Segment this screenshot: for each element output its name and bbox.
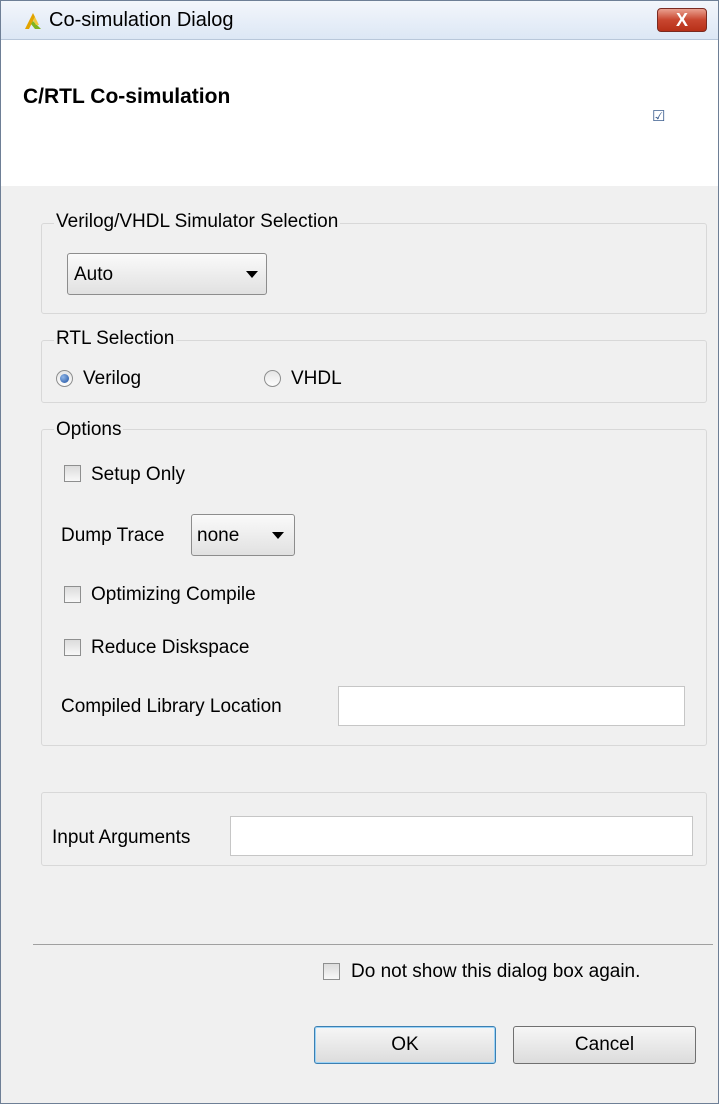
cosim-dialog-window: Co-simulation Dialog X C/RTL Co-simulati… — [0, 0, 719, 1104]
dump-trace-select[interactable]: none — [191, 514, 295, 556]
options-legend: Options — [54, 419, 124, 441]
reduce-diskspace-label: Reduce Diskspace — [91, 637, 250, 658]
dont-show-label: Do not show this dialog box again. — [351, 961, 641, 982]
chevron-down-icon — [272, 532, 284, 539]
footer-separator — [33, 944, 713, 945]
close-button[interactable]: X — [657, 8, 707, 32]
chevron-down-icon — [246, 271, 258, 278]
window-title: Co-simulation Dialog — [49, 9, 234, 31]
simulator-select[interactable]: Auto — [67, 253, 267, 295]
ok-button[interactable]: OK — [314, 1026, 496, 1064]
input-arguments-label: Input Arguments — [52, 827, 191, 848]
optimizing-compile-label: Optimizing Compile — [91, 584, 256, 605]
radio-vhdl-label: VHDL — [291, 368, 342, 389]
optimizing-compile-checkbox[interactable] — [64, 586, 81, 603]
simulator-legend: Verilog/VHDL Simulator Selection — [54, 211, 341, 233]
radio-selected-dot — [60, 374, 69, 383]
reduce-diskspace-checkbox[interactable] — [64, 639, 81, 656]
radio-verilog-label: Verilog — [83, 368, 142, 389]
dialog-header — [1, 40, 718, 186]
checkmark-icon: ☑ — [652, 108, 666, 125]
compiled-library-label: Compiled Library Location — [61, 696, 282, 717]
compiled-library-input[interactable] — [338, 686, 685, 726]
input-arguments-input[interactable] — [230, 816, 693, 856]
close-icon: X — [675, 10, 688, 30]
cancel-button[interactable]: Cancel — [513, 1026, 696, 1064]
simulator-select-value: Auto — [74, 264, 114, 285]
radio-verilog[interactable] — [56, 370, 73, 387]
setup-only-checkbox[interactable] — [64, 465, 81, 482]
setup-only-label: Setup Only — [91, 464, 185, 485]
radio-vhdl[interactable] — [264, 370, 281, 387]
xilinx-logo-icon — [25, 13, 41, 29]
dump-trace-value: none — [197, 525, 240, 546]
dump-trace-label: Dump Trace — [61, 525, 165, 546]
title-bar[interactable]: Co-simulation Dialog X — [1, 1, 718, 40]
rtl-legend: RTL Selection — [54, 328, 177, 350]
page-title: C/RTL Co-simulation — [23, 85, 231, 108]
dont-show-checkbox[interactable] — [323, 963, 340, 980]
